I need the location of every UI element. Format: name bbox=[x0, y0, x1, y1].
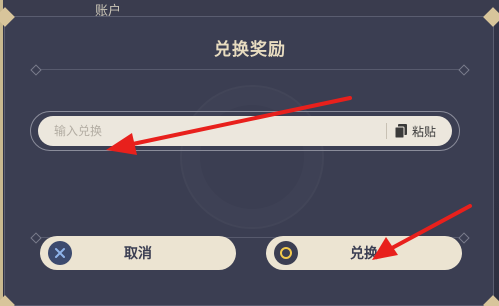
title-divider bbox=[30, 64, 470, 76]
redeem-code-input[interactable] bbox=[52, 123, 386, 139]
redeem-button[interactable]: 兑换 bbox=[266, 236, 462, 270]
cancel-button[interactable]: 取消 bbox=[40, 236, 236, 270]
left-frame-border bbox=[0, 0, 3, 306]
input-separator bbox=[385, 123, 387, 139]
corner-ornament bbox=[0, 295, 15, 306]
divider-gem-icon bbox=[30, 232, 42, 244]
clipboard-icon bbox=[394, 124, 407, 138]
divider-gem-icon bbox=[458, 64, 470, 76]
background-emblem bbox=[180, 85, 324, 229]
divider-gem-icon bbox=[30, 64, 42, 76]
dialog-title: 兑换奖励 bbox=[214, 40, 286, 60]
divider-gem-icon bbox=[458, 232, 470, 244]
code-input-container: 粘贴 bbox=[38, 116, 452, 146]
corner-ornament bbox=[483, 295, 499, 306]
cancel-label: 取消 bbox=[124, 246, 152, 262]
redeem-label: 兑换 bbox=[350, 246, 378, 262]
screen: 账户 兑换奖励 粘贴 bbox=[0, 0, 499, 306]
paste-label: 粘贴 bbox=[411, 124, 436, 139]
paste-button[interactable]: 粘贴 bbox=[394, 123, 452, 140]
